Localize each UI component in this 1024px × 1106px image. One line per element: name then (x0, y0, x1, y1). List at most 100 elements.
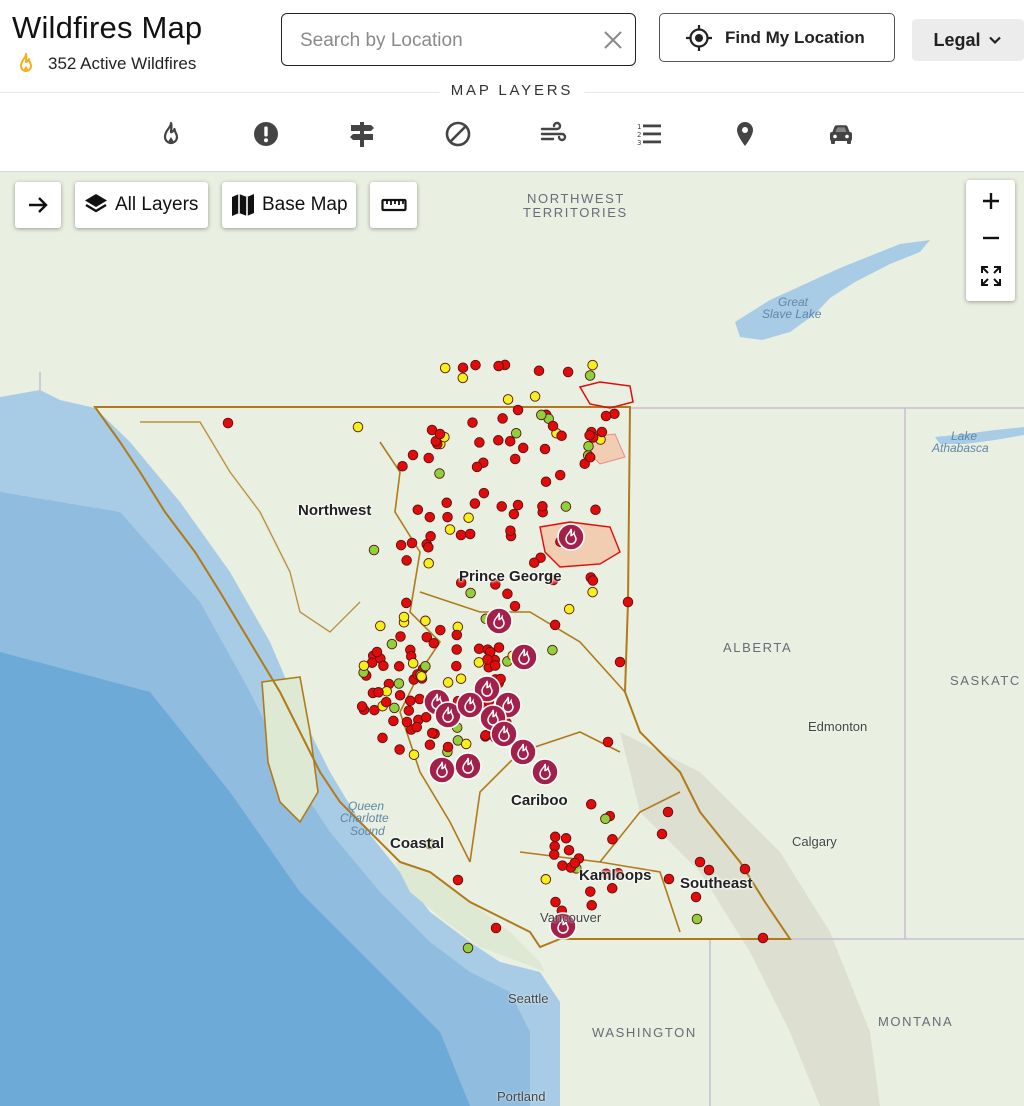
layer-areas-button[interactable] (343, 115, 381, 153)
fire-marker (222, 417, 234, 429)
fire-marker (434, 468, 445, 479)
fire-marker (607, 834, 618, 845)
zoom-in-button[interactable] (966, 183, 1015, 219)
base-map-label: Base Map (262, 194, 348, 215)
layer-roads-button[interactable] (822, 115, 860, 153)
wildfire-map[interactable]: NORTHWEST TERRITORIES Great Slave Lake L… (0, 172, 1024, 1106)
fire-marker (401, 555, 412, 566)
fire-marker (460, 738, 472, 750)
fire-marker (547, 420, 559, 432)
fire-marker (442, 677, 454, 688)
fire-marker (444, 524, 456, 535)
map-label-montana: MONTANA (878, 1014, 954, 1029)
fullscreen-icon (980, 266, 1001, 286)
layer-alerts-button[interactable] (247, 115, 285, 153)
alert-icon (254, 122, 278, 146)
signpost-icon (350, 122, 374, 147)
fire-marker (473, 643, 485, 655)
find-my-location-button[interactable]: Find My Location (659, 13, 895, 62)
fire-marker (509, 453, 521, 465)
zoom-out-button[interactable] (966, 220, 1015, 256)
fire-marker (407, 657, 419, 669)
fire-marker (462, 942, 474, 954)
fire-marker (394, 690, 406, 701)
fire-marker (423, 542, 434, 553)
legal-dropdown[interactable]: Legal (912, 19, 1024, 61)
layer-list-button[interactable]: 1 2 3 (630, 115, 668, 153)
fire-marker (517, 442, 529, 454)
fire-marker (407, 449, 419, 461)
fire-marker (549, 619, 561, 631)
fire-marker (401, 716, 413, 728)
fire-marker (662, 806, 674, 818)
plus-icon (982, 193, 999, 209)
fire-marker (508, 508, 520, 520)
map-label-alberta: ALBERTA (723, 640, 793, 655)
all-layers-label: All Layers (115, 194, 199, 215)
fire-marker (442, 741, 454, 753)
fire-marker (548, 849, 560, 860)
fire-marker (505, 525, 516, 536)
fire-marker (590, 504, 601, 516)
fire-marker (420, 660, 431, 672)
ban-icon (445, 121, 471, 147)
layer-wind-button[interactable] (534, 115, 572, 153)
fire-marker (703, 864, 715, 876)
svg-text:3: 3 (637, 139, 641, 147)
fire-marker (489, 660, 501, 671)
layer-fire-button[interactable] (152, 115, 190, 153)
fire-marker (493, 642, 505, 653)
fullscreen-button[interactable] (966, 258, 1015, 294)
base-map-button[interactable]: Base Map (222, 182, 356, 228)
map-base (0, 240, 1024, 1106)
fire-marker (467, 417, 478, 428)
active-wildfire-count: 352 Active Wildfires (14, 52, 196, 76)
fire-marker (596, 426, 608, 438)
fire-marker (550, 896, 561, 908)
fire-of-note-marker (456, 691, 484, 719)
fire-marker (420, 615, 431, 627)
fire-of-note-marker (485, 607, 513, 635)
fire-marker (540, 874, 552, 885)
layer-location-button[interactable] (726, 115, 764, 153)
fire-marker (539, 443, 551, 455)
zoom-controls (966, 180, 1015, 301)
map-label-athabasca-2: Athabasca (932, 441, 989, 455)
fire-marker (469, 498, 481, 509)
map-label-qc-sound-2: Charlotte (340, 811, 389, 825)
layer-bans-button[interactable] (439, 115, 477, 153)
legal-label: Legal (933, 29, 981, 50)
fire-centre-coastal: Coastal (390, 835, 445, 852)
fire-marker (493, 360, 504, 372)
fire-marker (423, 452, 434, 464)
fire-marker (497, 413, 508, 424)
expand-panel-button[interactable] (15, 182, 61, 228)
fire-marker (585, 799, 597, 810)
fire-marker (455, 529, 467, 541)
fire-marker (457, 372, 469, 384)
all-layers-button[interactable]: All Layers (75, 182, 208, 228)
fire-marker (490, 922, 502, 934)
search-input[interactable] (298, 26, 592, 56)
city-vancouver: Vancouver (540, 910, 602, 925)
fire-marker (416, 671, 427, 682)
measure-button[interactable] (370, 182, 417, 228)
fire-marker (473, 657, 485, 668)
fire-marker (556, 430, 567, 442)
fire-marker (540, 476, 552, 487)
map-label-washington: WASHINGTON (592, 1025, 697, 1040)
close-icon[interactable] (601, 28, 625, 52)
active-wildfire-count-text: 352 Active Wildfires (48, 54, 197, 73)
fire-marker (509, 600, 521, 612)
fire-marker (583, 440, 594, 452)
fire-of-note-marker (509, 738, 537, 766)
fire-centre-kamloops: Kamloops (579, 867, 652, 884)
fire-marker (529, 391, 541, 402)
location-pin-icon (737, 122, 753, 146)
header: Wildfires Map 352 Active Wildfires Find … (0, 0, 1024, 92)
fire-of-note-marker (531, 758, 559, 786)
fire-marker (622, 596, 634, 608)
fire-of-note-marker (557, 523, 585, 551)
fire-marker (378, 660, 389, 672)
fire-marker (394, 744, 405, 755)
